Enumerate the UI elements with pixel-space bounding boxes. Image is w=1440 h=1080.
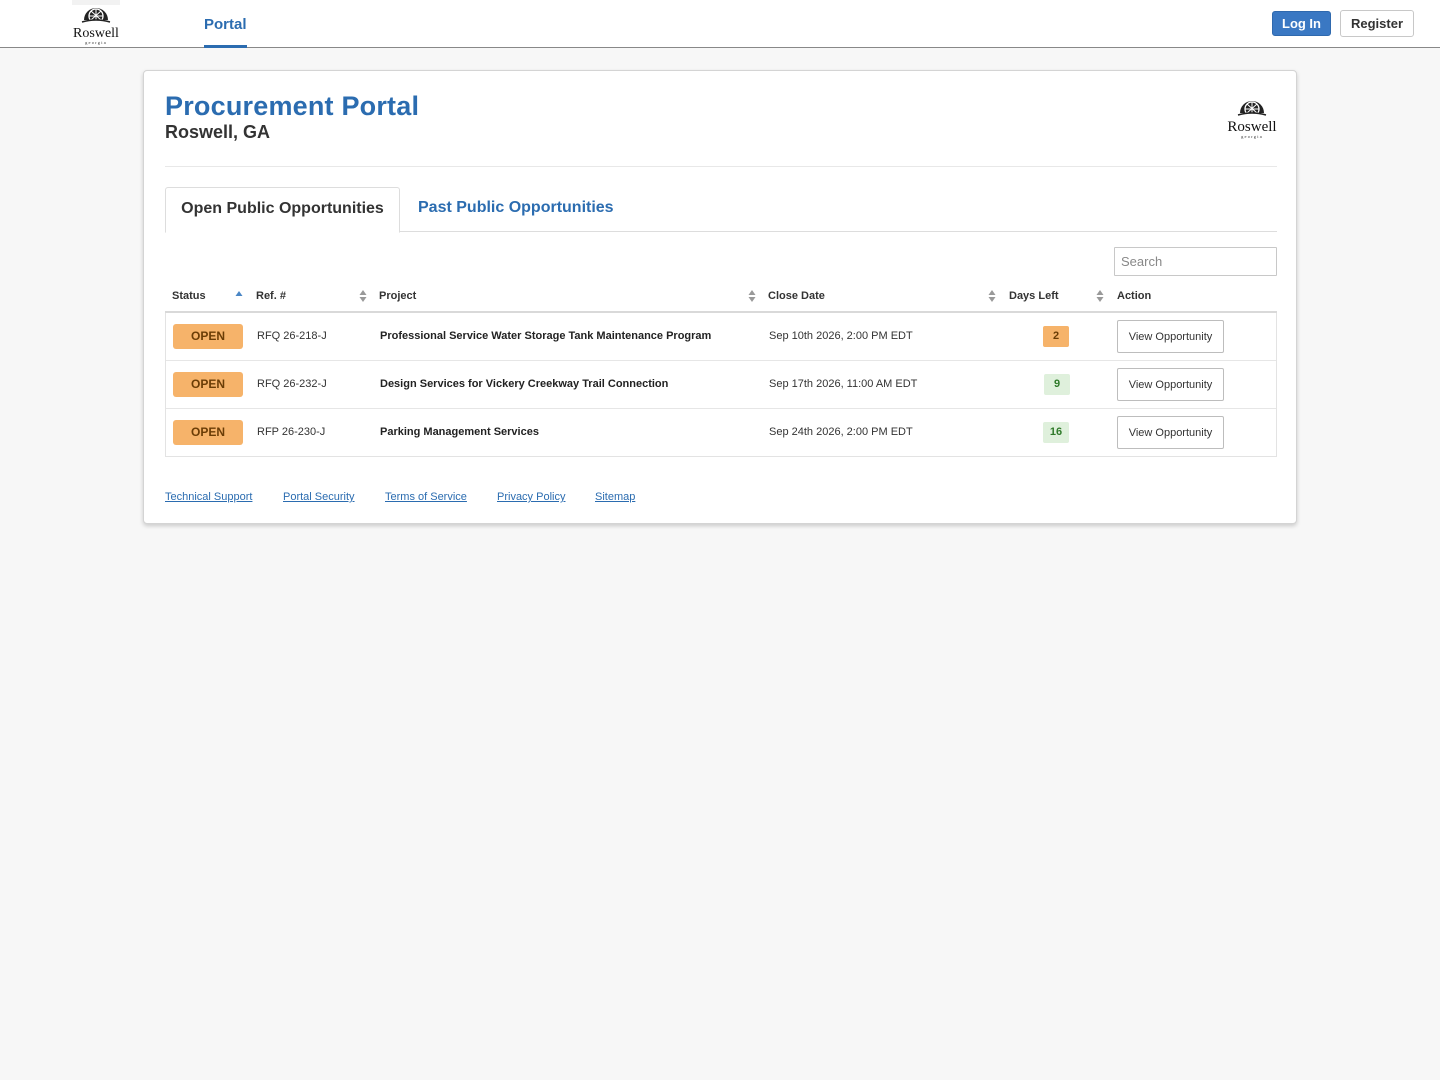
table-row: OPEN RFQ 26-232-J Design Services for Vi…	[166, 361, 1276, 409]
column-header-ref[interactable]: Ref. #	[256, 281, 286, 311]
column-header-close-date[interactable]: Close Date	[768, 281, 825, 311]
footer-link-privacy-policy[interactable]: Privacy Policy	[497, 491, 565, 503]
days-left-badge: 2	[1043, 326, 1069, 347]
column-header-status[interactable]: Status	[172, 281, 206, 311]
table-body: OPEN RFQ 26-218-J Professional Service W…	[165, 313, 1277, 457]
close-date: Sep 17th 2026, 11:00 AM EDT	[769, 378, 918, 390]
status-badge: OPEN	[173, 420, 243, 445]
portal-card: Procurement Portal Roswell, GA Roswell g…	[143, 70, 1297, 524]
sort-icon[interactable]	[748, 289, 756, 303]
status-badge: OPEN	[173, 324, 243, 349]
tab-past-opportunities[interactable]: Past Public Opportunities	[418, 187, 614, 231]
sort-ascending-icon[interactable]	[235, 289, 243, 303]
view-opportunity-button[interactable]: View Opportunity	[1117, 320, 1224, 353]
tab-open-opportunities[interactable]: Open Public Opportunities	[165, 187, 400, 233]
register-button[interactable]: Register	[1340, 10, 1414, 37]
ref-number: RFP 26-230-J	[257, 426, 326, 438]
login-button[interactable]: Log In	[1272, 11, 1331, 36]
table-row: OPEN RFQ 26-218-J Professional Service W…	[166, 313, 1276, 361]
sort-icon[interactable]	[359, 289, 367, 303]
view-opportunity-button[interactable]: View Opportunity	[1117, 368, 1224, 401]
page-subtitle: Roswell, GA	[165, 122, 271, 142]
table-row: OPEN RFP 26-230-J Parking Management Ser…	[166, 409, 1276, 457]
ref-number: RFQ 26-232-J	[257, 378, 327, 390]
page-title: Procurement Portal	[165, 91, 420, 121]
column-header-action: Action	[1117, 290, 1152, 302]
project-name: Parking Management Services	[380, 426, 539, 438]
sort-icon[interactable]	[1096, 289, 1104, 303]
footer-link-technical-support[interactable]: Technical Support	[165, 491, 252, 503]
opportunities-table: Status Ref. # Project Close Date Days Le…	[165, 281, 1277, 457]
ref-number: RFQ 26-218-J	[257, 330, 327, 342]
footer-link-sitemap[interactable]: Sitemap	[595, 491, 635, 503]
search-input[interactable]	[1114, 247, 1277, 276]
close-date: Sep 24th 2026, 2:00 PM EDT	[769, 426, 913, 438]
days-left-badge: 16	[1043, 422, 1069, 443]
footer-link-portal-security[interactable]: Portal Security	[283, 491, 355, 503]
view-opportunity-button[interactable]: View Opportunity	[1117, 416, 1224, 449]
svg-text:georgia: georgia	[85, 40, 107, 45]
svg-text:georgia: georgia	[1241, 134, 1263, 139]
svg-text:Roswell: Roswell	[1227, 119, 1276, 135]
roswell-logo: Roswell georgia	[1227, 101, 1277, 139]
days-left-badge: 9	[1044, 374, 1070, 395]
nav-tab-portal[interactable]: Portal	[204, 0, 247, 48]
top-navigation: Roswell georgia Portal Log In Register	[0, 0, 1440, 48]
status-badge: OPEN	[173, 372, 243, 397]
project-name: Professional Service Water Storage Tank …	[380, 330, 712, 342]
sort-icon[interactable]	[988, 289, 996, 303]
column-header-project[interactable]: Project	[379, 281, 416, 311]
close-date: Sep 10th 2026, 2:00 PM EDT	[769, 330, 913, 342]
project-name: Design Services for Vickery Creekway Tra…	[380, 378, 669, 390]
footer-link-terms-of-service[interactable]: Terms of Service	[385, 491, 467, 503]
roswell-logo[interactable]: Roswell georgia	[66, 0, 126, 46]
column-header-days-left[interactable]: Days Left	[1009, 281, 1059, 311]
svg-text:Roswell: Roswell	[73, 26, 119, 41]
header-divider	[165, 166, 1277, 167]
